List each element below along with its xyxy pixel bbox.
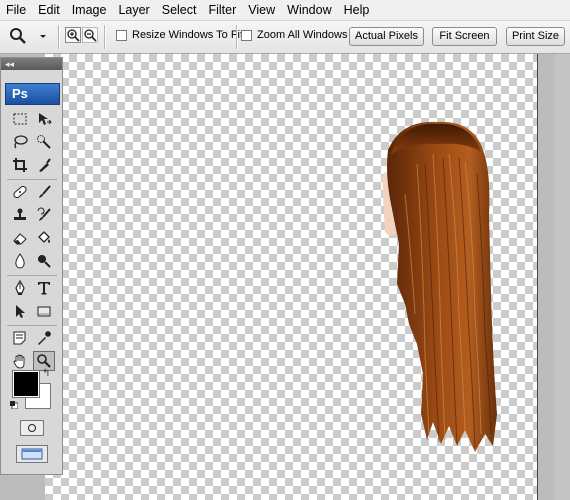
swap-colors-icon[interactable]: ↰	[42, 368, 50, 379]
document-workspace	[0, 54, 570, 500]
dodge-icon	[38, 255, 51, 268]
brush-icon	[39, 185, 51, 198]
foreground-color-swatch[interactable]	[12, 370, 40, 398]
blur-tool[interactable]	[9, 251, 31, 271]
tools-panel: ◂◂ Ps ↰	[0, 57, 63, 475]
options-bar: Resize Windows To Fit Zoom All Windows A…	[0, 21, 570, 54]
crop-tool[interactable]	[9, 155, 31, 175]
screen-mode-button[interactable]	[16, 445, 48, 463]
zoom-out-icon	[84, 29, 97, 42]
pen-icon	[15, 280, 25, 295]
canvas-edge	[537, 54, 538, 500]
zoom-in-icon	[67, 29, 80, 42]
eyedropper-icon	[38, 331, 51, 345]
eyedropper-tool[interactable]	[33, 328, 55, 348]
quick-selection-icon	[37, 135, 51, 149]
resize-windows-label: Resize Windows To Fit	[132, 29, 244, 41]
document-canvas[interactable]	[45, 54, 537, 500]
menu-help[interactable]: Help	[338, 0, 376, 20]
menu-view[interactable]: View	[242, 0, 281, 20]
path-selection-tool[interactable]	[9, 301, 31, 321]
clone-stamp-tool[interactable]	[9, 205, 31, 225]
quick-mask-button[interactable]	[20, 420, 44, 436]
zoom-all-option[interactable]: Zoom All Windows	[241, 29, 347, 41]
zoom-in-button[interactable]	[65, 27, 81, 43]
paint-bucket-tool[interactable]	[33, 228, 55, 248]
menu-edit[interactable]: Edit	[32, 0, 66, 20]
notes-icon	[13, 331, 26, 345]
blur-icon	[15, 253, 25, 269]
history-brush-tool[interactable]	[33, 205, 55, 225]
rectangle-shape-tool[interactable]	[33, 301, 55, 321]
fit-screen-button[interactable]: Fit Screen	[432, 27, 497, 46]
type-tool[interactable]	[33, 278, 55, 298]
hand-icon	[13, 354, 25, 369]
tools-panel-header[interactable]: ◂◂	[1, 58, 62, 70]
tool-preset-picker[interactable]	[8, 25, 52, 47]
options-separator	[104, 25, 106, 49]
slice-icon	[39, 158, 51, 172]
menu-layer[interactable]: Layer	[112, 0, 155, 20]
chevron-down-icon	[40, 35, 46, 38]
healing-brush-icon	[13, 185, 27, 199]
zoom-all-checkbox[interactable]	[241, 29, 252, 41]
tools-divider	[7, 275, 57, 276]
menu-image[interactable]: Image	[66, 0, 113, 20]
resize-windows-option[interactable]: Resize Windows To Fit	[116, 29, 243, 41]
menu-bar: File Edit Image Layer Select Filter View…	[0, 0, 570, 21]
lasso-tool[interactable]	[9, 132, 31, 152]
eyedropper-alt-tool[interactable]	[33, 155, 55, 175]
paint-bucket-icon	[38, 231, 50, 243]
zoom-out-button[interactable]	[82, 27, 98, 43]
zoom-all-label: Zoom All Windows	[257, 29, 348, 41]
magnifier-icon	[10, 28, 26, 44]
ps-logo: Ps	[5, 83, 60, 105]
rectangular-marquee-icon	[13, 113, 27, 125]
vertical-scrollbar[interactable]	[555, 54, 570, 500]
pen-tool[interactable]	[9, 278, 31, 298]
hand-tool[interactable]	[9, 351, 31, 371]
screen-mode-icon	[21, 448, 43, 460]
options-separator	[236, 25, 238, 49]
hair-cutout-image	[382, 121, 497, 452]
menu-window[interactable]: Window	[281, 0, 337, 20]
zoom-tool-icon	[37, 354, 51, 368]
notes-tool[interactable]	[9, 328, 31, 348]
healing-brush-tool[interactable]	[9, 182, 31, 202]
actual-pixels-button[interactable]: Actual Pixels	[349, 27, 424, 46]
eraser-icon	[13, 233, 27, 245]
default-colors-icon[interactable]	[10, 401, 18, 409]
print-size-button[interactable]: Print Size	[506, 27, 565, 46]
tools-divider	[7, 179, 57, 180]
menu-filter[interactable]: Filter	[202, 0, 242, 20]
quick-mask-icon	[28, 424, 36, 432]
rectangular-marquee-tool[interactable]	[9, 109, 31, 129]
quick-selection-tool[interactable]	[33, 132, 55, 152]
lasso-icon	[14, 135, 28, 149]
options-separator	[58, 25, 60, 49]
dodge-tool[interactable]	[33, 251, 55, 271]
clone-stamp-icon	[14, 208, 26, 220]
rectangle-shape-icon	[37, 306, 51, 317]
move-tool[interactable]	[33, 109, 55, 129]
move-icon	[39, 113, 52, 125]
tools-divider	[7, 325, 57, 326]
path-selection-icon	[16, 305, 25, 318]
brush-tool[interactable]	[33, 182, 55, 202]
menu-file[interactable]: File	[0, 0, 32, 20]
history-brush-icon	[37, 207, 51, 221]
menu-select[interactable]: Select	[156, 0, 203, 20]
eraser-tool[interactable]	[9, 228, 31, 248]
crop-icon	[13, 158, 27, 172]
collapse-icon[interactable]: ◂◂	[5, 58, 14, 70]
type-icon	[38, 282, 50, 295]
resize-windows-checkbox[interactable]	[116, 29, 127, 41]
